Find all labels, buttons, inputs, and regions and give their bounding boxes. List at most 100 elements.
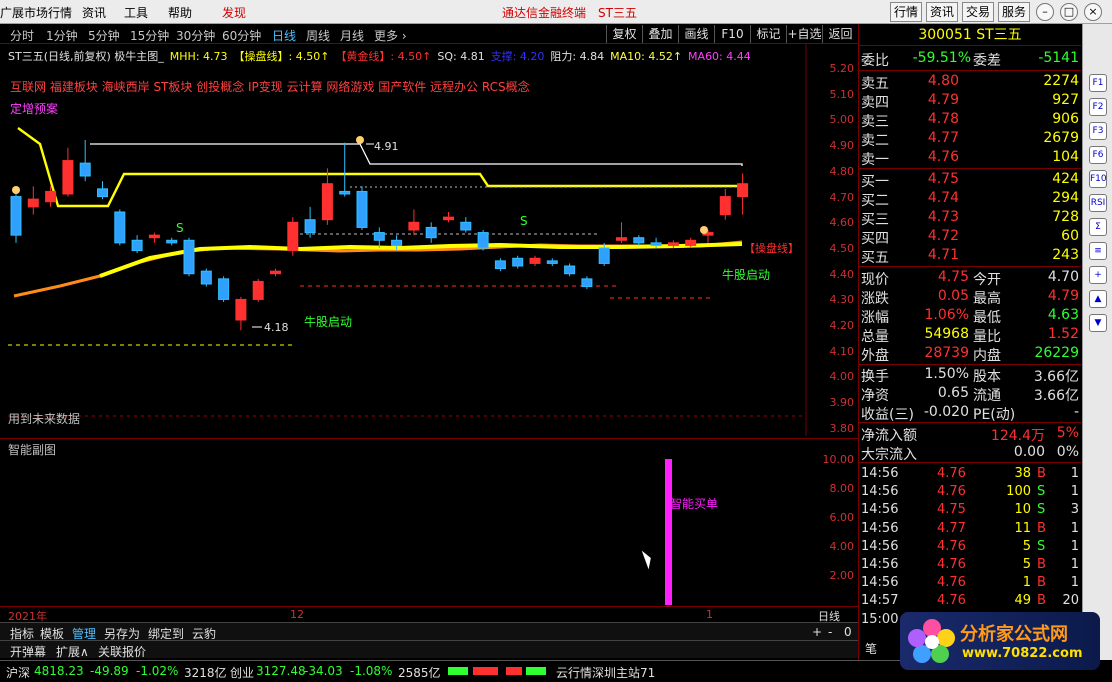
add-watchlist-button[interactable]: +自选 (786, 25, 822, 43)
period-tab[interactable]: 30分钟 (176, 27, 215, 44)
expand-button[interactable]: 扩展∧ (56, 643, 89, 660)
tick-price: 4.77 (937, 520, 966, 536)
candle-down (633, 237, 645, 244)
side-tool-icon[interactable]: ▼ (1089, 314, 1107, 332)
stat-label: 换手 (861, 369, 889, 385)
tick-volume: 10 (1014, 502, 1031, 518)
period-tab[interactable]: 分时 (10, 27, 34, 44)
order-volume: 60 (1061, 228, 1079, 244)
tick-count: 1 (1070, 466, 1079, 481)
tick-time: 14:57 (861, 593, 899, 609)
stat-label: 最高 (973, 291, 1001, 307)
order-level-row[interactable]: 买一 4.75 424 (859, 171, 1081, 190)
order-level-row[interactable]: 买二 4.74 294 (859, 190, 1081, 209)
order-level-row[interactable]: 买三 4.73 728 (859, 209, 1081, 228)
side-tool-icon[interactable]: F6 (1089, 146, 1107, 164)
menu-discover[interactable]: 发现 (222, 4, 246, 21)
side-tool-icon[interactable]: RSI (1089, 194, 1107, 212)
tick-count: 1 (1070, 557, 1079, 572)
period-tab[interactable]: 更多 › (374, 27, 407, 44)
zoom-in-button[interactable]: + (812, 625, 822, 639)
menu-tools[interactable]: 工具 (124, 4, 148, 21)
back-button[interactable]: 返回 (822, 25, 858, 43)
tick-side: S (1037, 484, 1046, 500)
mark-button[interactable]: 标记 (750, 25, 786, 43)
minimize-icon[interactable]: – (1036, 3, 1054, 21)
related-quote-button[interactable]: 关联报价 (98, 643, 146, 660)
indicator-value: MHH: 4.73 (169, 50, 228, 63)
tick-tab[interactable]: 笔 (865, 640, 877, 657)
order-level-row[interactable]: 卖一 4.76 104 (859, 149, 1081, 168)
order-level-label: 买一 (861, 174, 889, 190)
zoom-out-button[interactable]: - (828, 625, 832, 639)
order-level-row[interactable]: 卖五 4.80 2274 (859, 73, 1081, 92)
tick-price: 4.76 (937, 484, 966, 500)
site-logo-badge: 分析家公式网 www.70822.com (900, 612, 1100, 670)
tick-side: B (1037, 557, 1046, 572)
server-label[interactable]: 云行情深圳主站71 (556, 664, 655, 681)
side-tool-icon[interactable]: F1 (1089, 74, 1107, 92)
side-tool-icon[interactable]: F10 (1089, 170, 1107, 188)
overlay-button[interactable]: 叠加 (642, 25, 678, 43)
sub-chart[interactable]: 智能副图 智能买单 10.00 8.00 6.00 4.00 2.00 (0, 438, 858, 606)
caopan-line (99, 242, 743, 278)
fuquan-button[interactable]: 复权 (606, 25, 642, 43)
badge-name: 分析家公式网 (960, 624, 1068, 645)
main-chart-canvas (8, 44, 807, 436)
side-tool-icon[interactable]: F3 (1089, 122, 1107, 140)
tick-time: 14:56 (861, 538, 899, 554)
side-tool-icon[interactable]: Σ (1089, 218, 1107, 236)
period-tab[interactable]: 1分钟 (46, 27, 78, 44)
maximize-icon[interactable]: □ (1060, 3, 1078, 21)
niu-start-label: 牛股启动 (722, 268, 771, 282)
tool-tabs: 指标 模板 管理 另存为 绑定到 云豹 + - 0 (0, 622, 858, 641)
tick-price: 4.76 (937, 575, 966, 591)
period-tab[interactable]: 周线 (306, 27, 330, 44)
menu-market[interactable]: 广展市场行情 (0, 4, 72, 21)
news-button[interactable]: 资讯 (926, 2, 958, 22)
cy-amount: 2585亿 (398, 666, 441, 680)
f10-button[interactable]: F10 (714, 25, 750, 43)
stat-row: 现价 4.75 今开 4.70 (859, 269, 1081, 288)
main-chart[interactable]: ST三五(日线,前复权) 极牛主图_ MHH: 4.73 【操盘线】: 4.50↑ 【… (0, 44, 858, 436)
flow-pct: 0% (1056, 444, 1079, 460)
side-tool-icon[interactable]: F2 (1089, 98, 1107, 116)
danmaku-button[interactable]: 开弹幕 (10, 643, 46, 660)
period-tab[interactable]: 5分钟 (88, 27, 120, 44)
draw-button[interactable]: 画线 (678, 25, 714, 43)
menu-help[interactable]: 帮助 (168, 4, 192, 21)
order-level-row[interactable]: 卖三 4.78 906 (859, 111, 1081, 130)
period-tab-active[interactable]: 日线 (272, 27, 296, 44)
stat-value: 4.63 (1047, 307, 1079, 323)
tick-count: 20 (1062, 593, 1079, 609)
sector-blocks[interactable]: 互联网 福建板块 海峡西岸 ST板块 创投概念 IP变现 云计算 网络游戏 国产… (10, 78, 530, 95)
sh-label: 沪深 (6, 666, 31, 680)
tick-row: 14:56 4.76 5 S 1 (859, 539, 1081, 557)
side-tool-icon[interactable]: + (1089, 266, 1107, 284)
period-tab[interactable]: 15分钟 (130, 27, 169, 44)
tick-time: 14:56 (861, 557, 899, 572)
zoom-reset-button[interactable]: 0 (844, 625, 852, 639)
sub-tick: 6.00 (829, 511, 855, 524)
order-level-row[interactable]: 卖四 4.79 927 (859, 92, 1081, 111)
stat-value: 26229 (1034, 345, 1079, 361)
tick-volume: 1 (1022, 575, 1031, 591)
order-level-row[interactable]: 卖二 4.77 2679 (859, 130, 1081, 149)
stat-label: 收益(三) (861, 407, 914, 423)
side-tool-icon[interactable]: ≡ (1089, 242, 1107, 260)
menu-news[interactable]: 资讯 (82, 4, 106, 21)
side-tool-icon[interactable]: ▲ (1089, 290, 1107, 308)
quote-button[interactable]: 行情 (890, 2, 922, 22)
order-level-row[interactable]: 买五 4.71 243 (859, 247, 1081, 266)
trade-button[interactable]: 交易 (962, 2, 994, 22)
date-axis: 2021年 12 1 日线 (0, 606, 858, 623)
close-icon[interactable]: × (1084, 3, 1102, 21)
order-level-row[interactable]: 买四 4.72 60 (859, 228, 1081, 247)
period-tab[interactable]: 60分钟 (222, 27, 261, 44)
tick-side: S (1037, 502, 1046, 518)
candle-down (218, 278, 230, 300)
service-button[interactable]: 服务 (998, 2, 1030, 22)
candle-down (131, 239, 143, 252)
period-tab[interactable]: 月线 (340, 27, 364, 44)
stat-value: 4.79 (1047, 288, 1079, 304)
